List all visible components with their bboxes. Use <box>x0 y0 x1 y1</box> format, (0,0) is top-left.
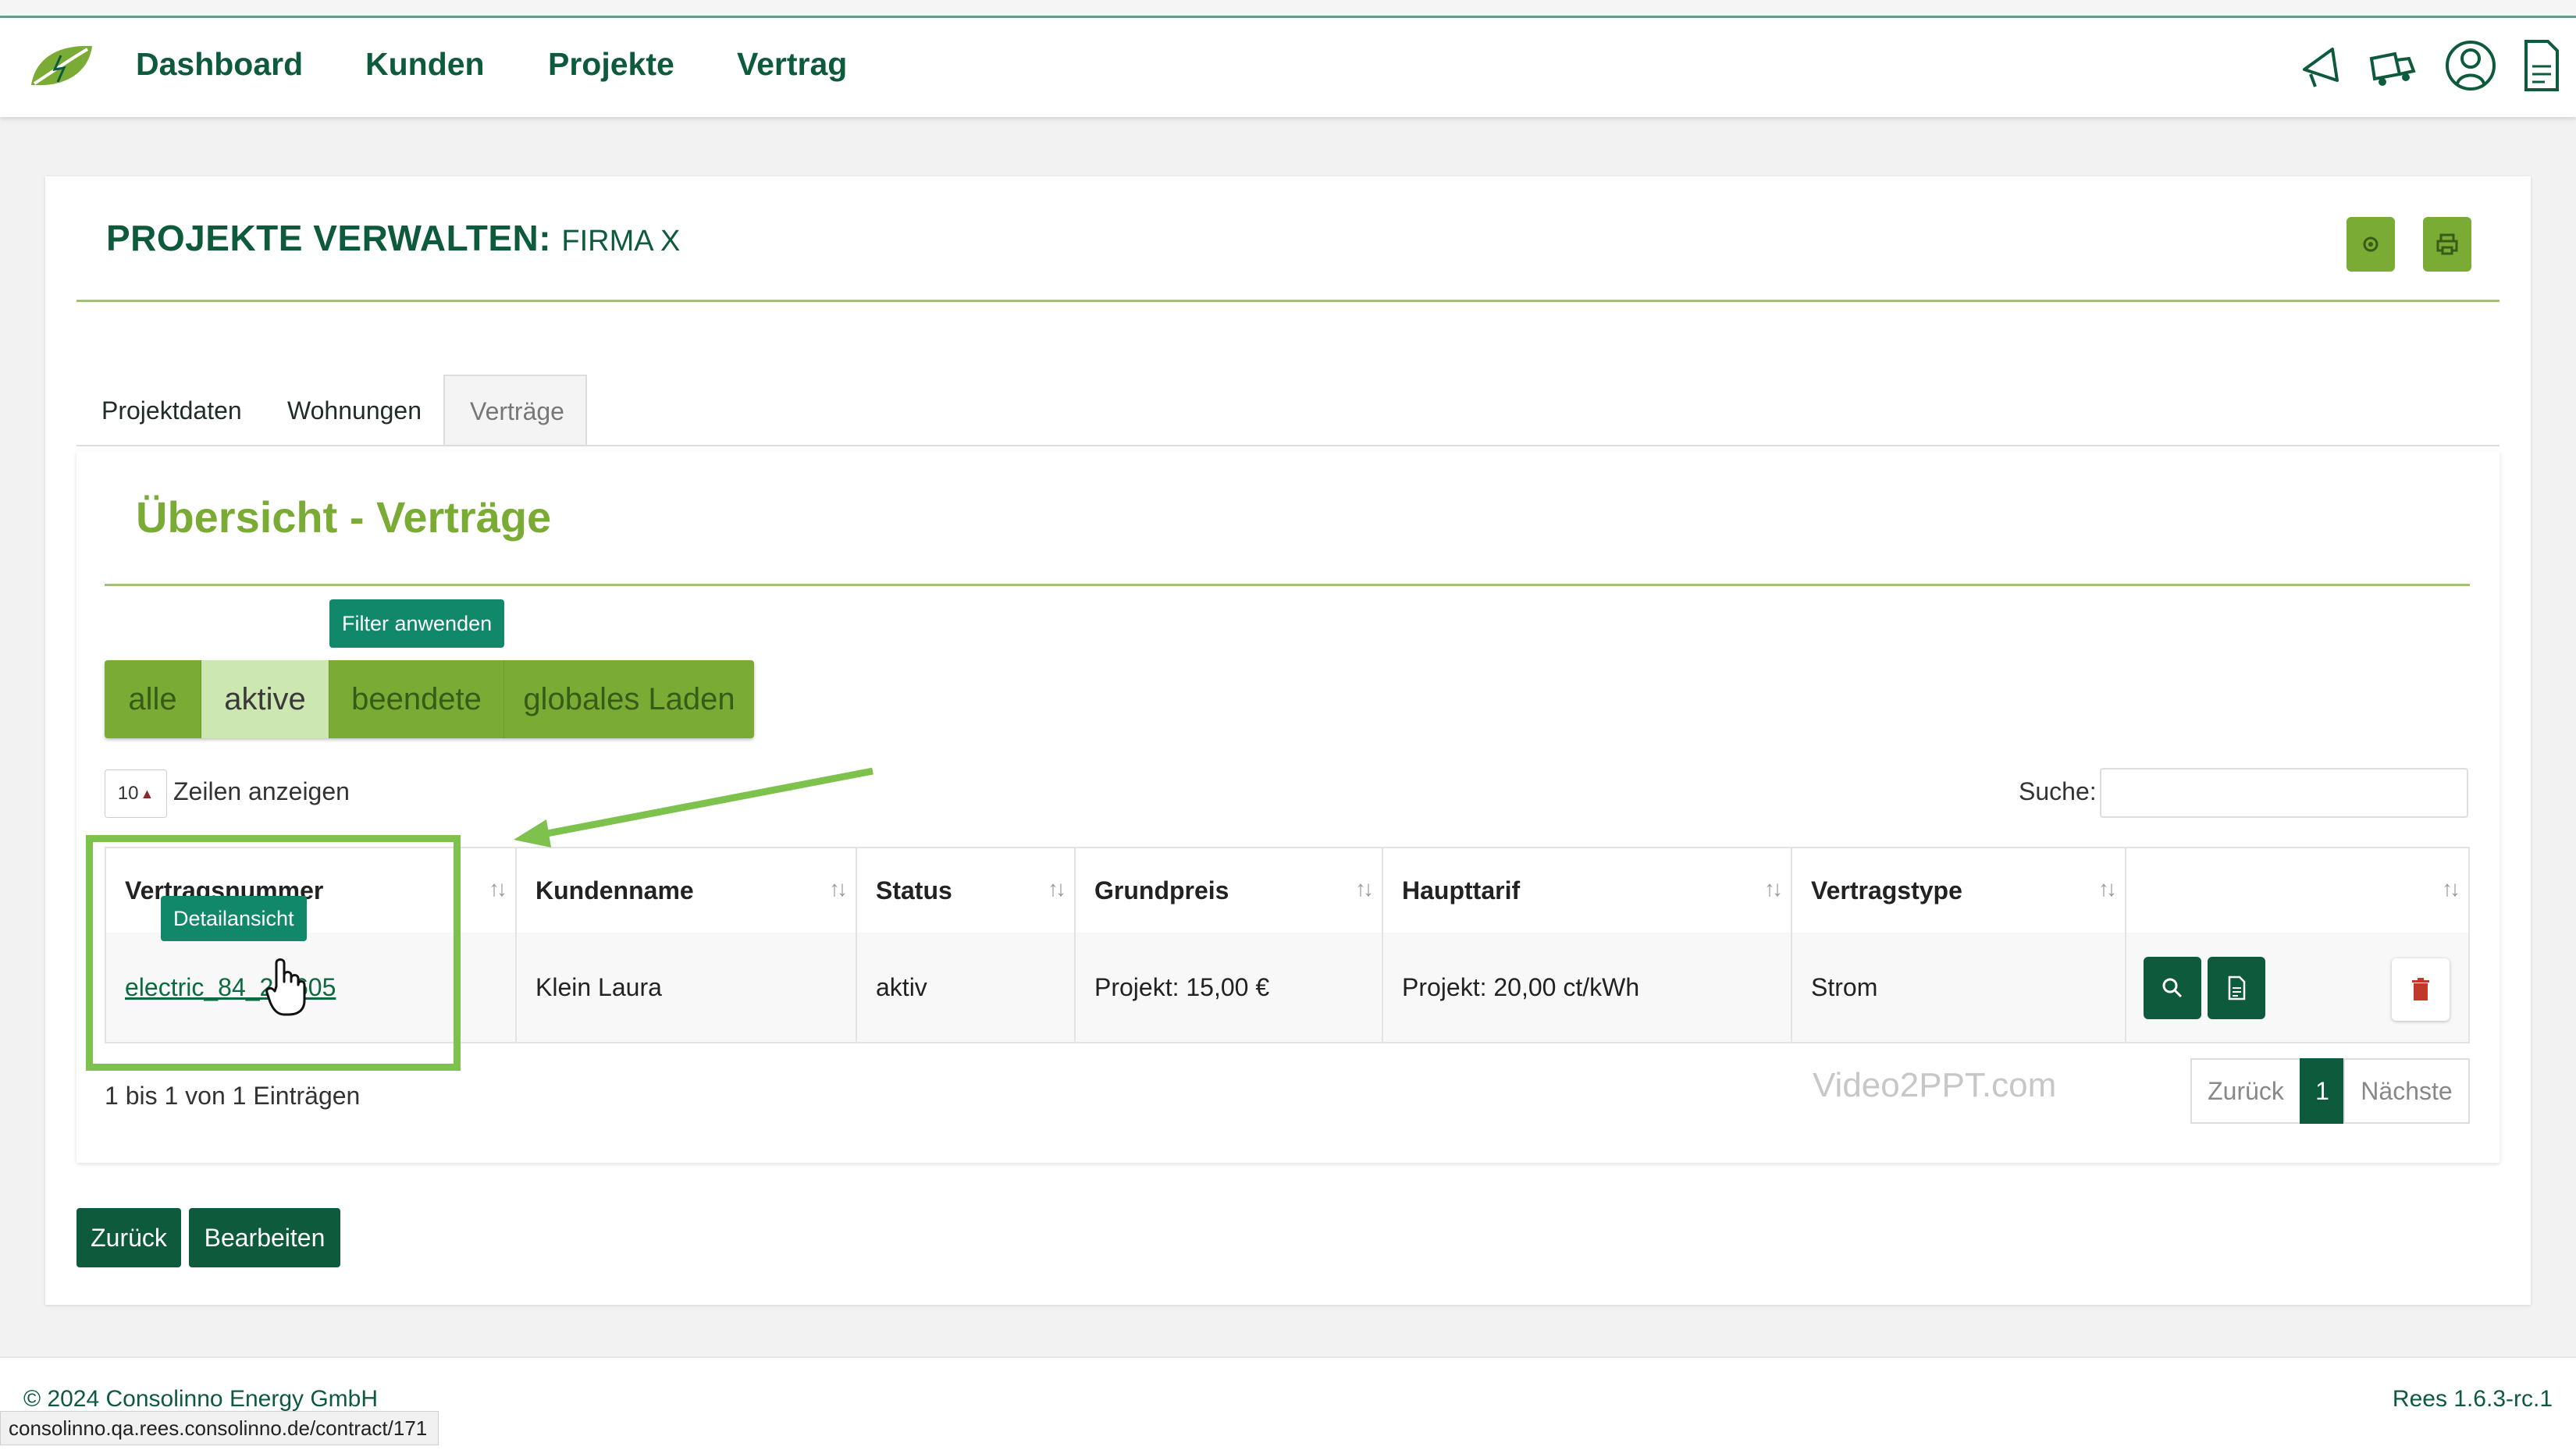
page-title-company: FIRMA X <box>561 225 681 258</box>
top-navbar: Dashboard Kunden Projekte Vertrag <box>0 18 2576 117</box>
page-length-value: 10 <box>117 783 139 804</box>
search-label: Suche: <box>2019 777 2097 805</box>
page-title-main: PROJEKTE VERWALTEN: <box>106 218 552 258</box>
view-contract-button[interactable] <box>2144 957 2201 1019</box>
sort-icon: ↑↓ <box>1764 876 1783 901</box>
nav-kunden[interactable]: Kunden <box>365 46 485 83</box>
cell-vertragstype: Strom <box>1791 933 2126 1043</box>
col-header-grundpreis[interactable]: Grundpreis ↑↓ <box>1074 847 1383 934</box>
search-input[interactable] <box>2100 768 2468 818</box>
col-header-label: Grundpreis <box>1094 876 1229 904</box>
tab-projektdaten[interactable]: Projektdaten <box>76 375 267 446</box>
page-length-select[interactable]: 10 ▲ <box>105 769 167 818</box>
tab-wohnungen[interactable]: Wohnungen <box>262 375 447 446</box>
tab-divider <box>76 445 2500 446</box>
sort-icon: ↑↓ <box>829 876 848 901</box>
col-header-label: Status <box>876 876 952 904</box>
browser-top-strip <box>0 0 2576 18</box>
cell-grundpreis: Projekt: 15,00 € <box>1074 933 1383 1043</box>
megaphone-icon[interactable] <box>2293 35 2348 96</box>
sort-desc-icon: ↑↓ <box>489 876 507 901</box>
cell-status: aktiv <box>856 933 1076 1043</box>
settings-icon <box>2363 236 2379 252</box>
contract-document-button[interactable] <box>2208 957 2265 1019</box>
document-icon <box>2228 976 2246 1000</box>
nav-projekte[interactable]: Projekte <box>548 46 674 83</box>
col-header-vertragstype[interactable]: Vertragstype ↑↓ <box>1791 847 2126 934</box>
table-info-text: 1 bis 1 von 1 Einträgen <box>105 1082 361 1110</box>
section-divider <box>105 584 2470 586</box>
col-header-haupttarif[interactable]: Haupttarif ↑↓ <box>1382 847 1792 934</box>
filter-aktive-button[interactable]: aktive <box>201 660 329 738</box>
page-title: PROJEKTE VERWALTEN: FIRMA X <box>106 217 680 259</box>
sort-icon: ↑↓ <box>2442 876 2460 901</box>
col-header-actions[interactable]: ↑↓ <box>2125 847 2470 934</box>
annotation-arrow <box>514 767 873 848</box>
section-title: Übersicht - Verträge <box>136 492 552 542</box>
footer-copyright: © 2024 Consolinno Energy GmbH <box>23 1386 379 1412</box>
status-url-bar: consolinno.qa.rees.consolinno.de/contrac… <box>0 1411 439 1445</box>
col-header-label: Kundenname <box>535 876 694 904</box>
user-account-icon[interactable] <box>2443 35 2498 96</box>
filter-tooltip: Filter anwenden <box>329 599 505 648</box>
sort-icon: ↑↓ <box>2098 876 2117 901</box>
sort-icon: ↑↓ <box>1355 876 1374 901</box>
footer-version: Rees 1.6.3-rc.1 <box>2392 1386 2553 1412</box>
print-icon <box>2436 233 2458 255</box>
document-icon[interactable] <box>2514 35 2568 96</box>
annotation-highlight-box <box>86 835 461 1071</box>
select-arrows-icon: ▲ <box>140 785 155 801</box>
cell-kundenname: Klein Laura <box>515 933 857 1043</box>
settings-button[interactable] <box>2347 217 2395 272</box>
tab-vertraege[interactable]: Verträge <box>443 375 587 446</box>
truck-icon[interactable] <box>2365 35 2420 96</box>
pagination-next-button[interactable]: Nächste <box>2343 1058 2470 1124</box>
col-header-label: Haupttarif <box>1402 876 1521 904</box>
back-button[interactable]: Zurück <box>76 1208 181 1267</box>
pagination-prev-button[interactable]: Zurück <box>2190 1058 2301 1124</box>
search-icon <box>2162 978 2183 998</box>
print-button[interactable] <box>2423 217 2471 272</box>
filter-globales-laden-button[interactable]: globales Laden <box>504 660 754 738</box>
col-header-label: Vertragstype <box>1811 876 1962 904</box>
col-header-kundenname[interactable]: Kundenname ↑↓ <box>515 847 857 934</box>
sort-icon: ↑↓ <box>1048 876 1066 901</box>
delete-contract-button[interactable] <box>2392 958 2450 1021</box>
nav-dashboard[interactable]: Dashboard <box>136 46 303 83</box>
filter-beendete-button[interactable]: beendete <box>329 660 504 738</box>
filter-button-group: alle aktive beendete globales Laden <box>105 660 754 738</box>
pagination-page-1[interactable]: 1 <box>2300 1058 2345 1124</box>
col-header-status[interactable]: Status ↑↓ <box>856 847 1076 934</box>
leaf-logo-icon[interactable] <box>28 41 95 90</box>
page-length-label: Zeilen anzeigen <box>173 777 350 805</box>
filter-alle-button[interactable]: alle <box>105 660 201 738</box>
cell-haupttarif: Projekt: 20,00 ct/kWh <box>1382 933 1792 1043</box>
trash-icon <box>2412 978 2429 1000</box>
watermark-text: Video2PPT.com <box>1813 1066 2057 1104</box>
edit-button[interactable]: Bearbeiten <box>189 1208 340 1267</box>
title-divider <box>76 300 2500 302</box>
nav-vertrag[interactable]: Vertrag <box>737 46 847 83</box>
